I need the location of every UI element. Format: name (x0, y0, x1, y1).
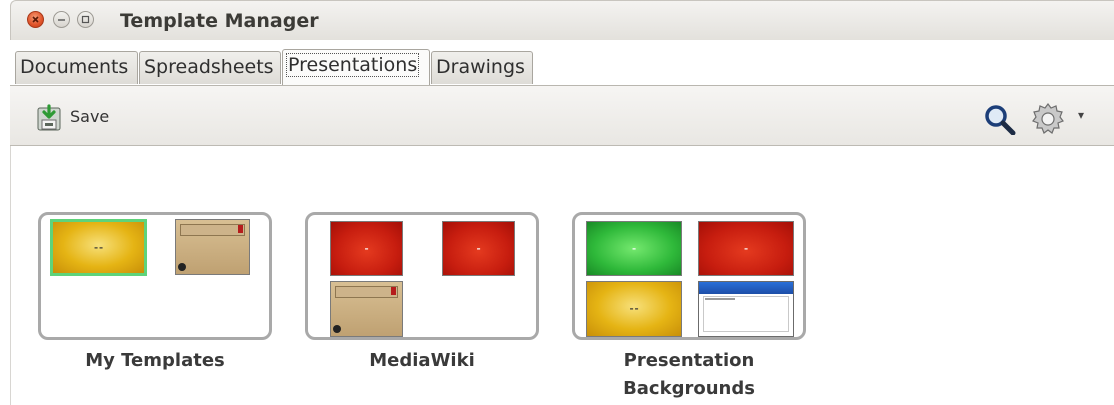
minimize-icon (58, 19, 65, 21)
folder-name-line2: Backgrounds (623, 378, 755, 399)
thumbnail-text-decoration: ▬ (632, 245, 636, 251)
tab-label: Drawings (436, 56, 525, 78)
maximize-window-button[interactable] (77, 11, 94, 28)
thumbnail-text-line (705, 298, 735, 300)
folder-frame: ▬ ▬ ▬ ▬ (572, 212, 806, 340)
folder-name: MediaWiki (369, 350, 475, 371)
thumbnail-blue-header (699, 282, 793, 294)
template-thumbnail-blue[interactable] (698, 281, 794, 337)
close-icon (32, 16, 39, 23)
close-window-button[interactable] (27, 11, 44, 28)
tab-label: Presentations (285, 53, 420, 77)
title-bar: Template Manager (10, 0, 1114, 40)
tab-documents[interactable]: Documents (15, 51, 138, 84)
tab-spreadsheets[interactable]: Spreadsheets (139, 51, 281, 84)
template-thumbnail-beige[interactable] (175, 219, 250, 275)
search-button[interactable] (983, 103, 1017, 136)
minimize-window-button[interactable] (53, 11, 70, 28)
tab-label: Spreadsheets (144, 56, 274, 78)
maximize-icon (81, 15, 90, 24)
dropdown-arrow-icon[interactable]: ▾ (1078, 108, 1084, 122)
thumbnail-content-box (703, 296, 789, 332)
thumbnail-red-marker (238, 225, 243, 233)
template-thumbnail-yellow[interactable]: ▬ ▬ (586, 281, 682, 337)
thumbnail-text-decoration: ▬ (364, 245, 369, 251)
toolbar: Save ▾ (10, 86, 1114, 146)
thumbnail-text-decoration: ▬ (476, 245, 481, 251)
thumbnail-title-bar (335, 286, 398, 298)
tab-presentations[interactable]: Presentations (282, 49, 430, 85)
thumbnail-text-decoration: ▬ ▬ (629, 306, 639, 312)
tab-drawings[interactable]: Drawings (431, 51, 533, 84)
template-thumbnail-red[interactable]: ▬ (698, 221, 794, 276)
thumbnail-title-bar (180, 224, 245, 236)
folder-name: Presentation Backgrounds (572, 347, 806, 403)
thumbnail-text-decoration: ▬ (744, 245, 748, 251)
save-button[interactable]: Save (36, 104, 116, 132)
template-thumbnail-beige[interactable] (330, 281, 403, 337)
gear-icon (1032, 103, 1064, 134)
tab-strip: Documents Spreadsheets Presentations Dra… (10, 49, 1114, 86)
save-button-label: Save (70, 107, 110, 126)
folder-frame: ▬ ▬ (305, 212, 539, 340)
tab-label: Documents (20, 56, 129, 78)
folder-name-line1: Presentation (623, 350, 755, 371)
template-thumbnail-green[interactable]: ▬ (586, 221, 682, 276)
search-icon (985, 105, 1016, 136)
thumbnail-logo-blob (333, 325, 341, 333)
template-thumbnail-red[interactable]: ▬ (330, 221, 403, 276)
thumbnail-logo-blob (178, 263, 186, 271)
thumbnail-text-decoration: ▬ ▬ (94, 244, 103, 250)
template-thumbnail-red[interactable]: ▬ (442, 221, 515, 276)
template-thumbnail-yellow[interactable]: ▬ ▬ (50, 219, 147, 276)
window-title: Template Manager (120, 10, 319, 32)
folder-name: My Templates (85, 350, 225, 371)
thumbnail-red-marker (391, 287, 396, 295)
settings-button[interactable] (1031, 102, 1065, 136)
template-folder-view: ▬ ▬ My Templates ▬ ▬ MediaWiki ▬ ▬ ▬ ▬ P… (10, 146, 1114, 405)
save-icon (37, 104, 61, 131)
folder-frame: ▬ ▬ (38, 212, 272, 340)
